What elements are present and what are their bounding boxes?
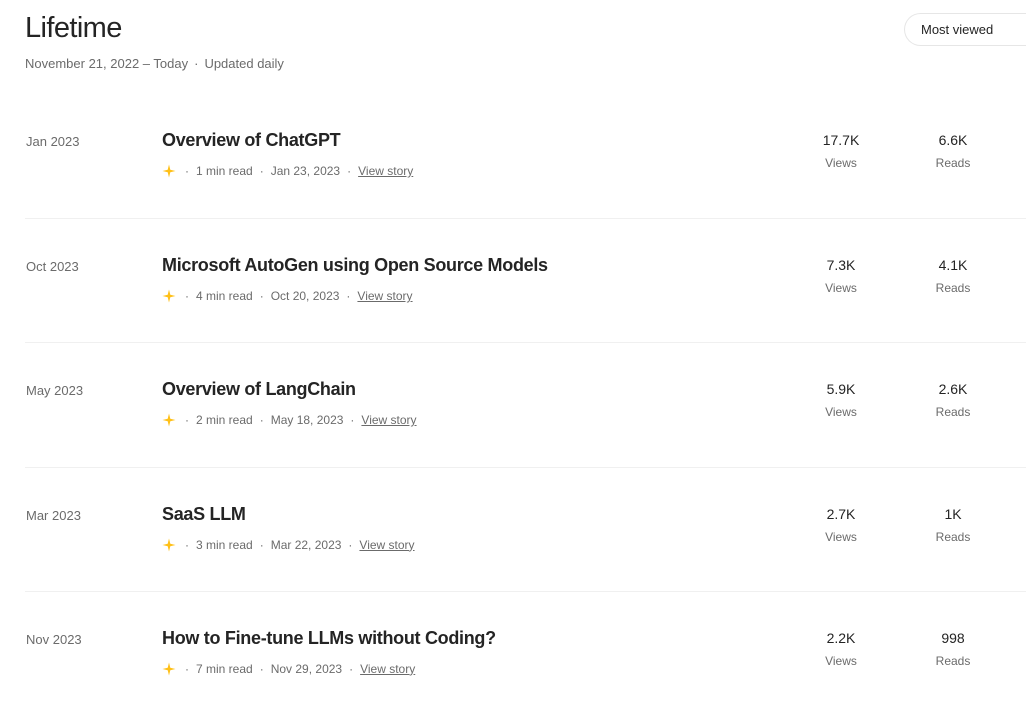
- star-icon: [162, 662, 176, 676]
- story-meta: · 2 min read · May 18, 2023 · View story: [162, 413, 417, 427]
- reads-count: 2.6K: [938, 381, 968, 398]
- date-range: November 21, 2022 – Today: [25, 56, 189, 71]
- story-month: May 2023: [26, 383, 84, 399]
- reads-count: 998: [941, 629, 965, 646]
- story-month: Jan 2023: [26, 134, 80, 149]
- story-title[interactable]: Overview of ChatGPT: [162, 130, 341, 151]
- views-label: Views: [825, 405, 857, 420]
- reads-stat: 998 Reads: [913, 630, 993, 668]
- views-stat: 5.9K Views: [801, 381, 881, 419]
- reads-label: Reads: [935, 529, 971, 544]
- story-title[interactable]: SaaS LLM: [162, 504, 246, 525]
- page-title: Lifetime: [25, 12, 122, 44]
- meta-separator: ·: [185, 537, 189, 552]
- reads-stat: 6.6K Reads: [913, 132, 993, 170]
- meta-separator: ·: [185, 289, 189, 304]
- meta-separator: ·: [259, 537, 264, 552]
- publish-date: Jan 23, 2023: [270, 164, 341, 178]
- story-month: Nov 2023: [26, 631, 82, 647]
- publish-date: Mar 22, 2023: [270, 537, 342, 552]
- reads-stat: 2.6K Reads: [913, 381, 993, 419]
- views-count: 7.3K: [826, 257, 856, 274]
- reads-label: Reads: [935, 156, 971, 170]
- meta-separator: ·: [185, 413, 189, 428]
- story-month: Mar 2023: [26, 507, 81, 523]
- read-time: 7 min read: [196, 661, 253, 676]
- story-title[interactable]: Microsoft AutoGen using Open Source Mode…: [162, 255, 548, 276]
- star-icon: [162, 413, 176, 427]
- sort-selected-label: Most viewed: [921, 22, 994, 37]
- view-story-link[interactable]: View story: [358, 164, 413, 178]
- views-stat: 17.7K Views: [801, 132, 881, 170]
- publish-date: May 18, 2023: [270, 413, 344, 428]
- meta-separator: ·: [259, 164, 264, 178]
- meta-separator: ·: [259, 661, 264, 676]
- reads-stat: 4.1K Reads: [913, 257, 993, 295]
- meta-separator: ·: [346, 289, 351, 304]
- read-time: 3 min read: [196, 537, 253, 552]
- reads-stat: 1K Reads: [913, 506, 993, 544]
- views-stat: 2.2K Views: [801, 630, 881, 668]
- publish-date: Oct 20, 2023: [270, 289, 340, 304]
- views-count: 5.9K: [826, 381, 856, 398]
- story-meta: · 4 min read · Oct 20, 2023 · View story: [162, 289, 413, 303]
- read-time: 1 min read: [196, 164, 253, 178]
- views-stat: 7.3K Views: [801, 257, 881, 295]
- reads-label: Reads: [935, 405, 971, 420]
- story-meta: · 7 min read · Nov 29, 2023 · View story: [162, 662, 415, 676]
- story-title[interactable]: Overview of LangChain: [162, 379, 356, 400]
- views-count: 2.7K: [826, 505, 856, 522]
- meta-separator: ·: [185, 164, 189, 178]
- views-count: 2.2K: [826, 629, 856, 646]
- sort-dropdown[interactable]: Most viewed: [904, 13, 1026, 46]
- meta-separator: ·: [348, 537, 353, 552]
- story-row: May 2023 Overview of LangChain · 2 min r…: [25, 342, 1026, 466]
- publish-date: Nov 29, 2023: [270, 661, 343, 676]
- views-count: 17.7K: [822, 132, 860, 148]
- reads-count: 1K: [944, 505, 962, 522]
- reads-count: 4.1K: [938, 257, 968, 274]
- read-time: 4 min read: [196, 289, 253, 304]
- views-label: Views: [825, 653, 857, 668]
- meta-separator: ·: [259, 289, 264, 304]
- date-range-subtitle: November 21, 2022 – Today · Updated daily: [25, 56, 284, 71]
- reads-count: 6.6K: [938, 132, 968, 148]
- view-story-link[interactable]: View story: [359, 538, 414, 552]
- star-icon: [162, 164, 176, 178]
- meta-separator: ·: [350, 413, 355, 428]
- view-story-link[interactable]: View story: [360, 662, 415, 676]
- reads-label: Reads: [935, 281, 971, 296]
- views-label: Views: [825, 281, 857, 296]
- star-icon: [162, 538, 176, 552]
- story-row: Mar 2023 SaaS LLM · 3 min read · Mar 22,…: [25, 466, 1026, 591]
- view-story-link[interactable]: View story: [361, 413, 416, 427]
- story-meta: · 3 min read · Mar 22, 2023 · View story: [162, 538, 415, 552]
- views-stat: 2.7K Views: [801, 506, 881, 544]
- story-month: Oct 2023: [26, 259, 79, 275]
- story-row: Jan 2023 Overview of ChatGPT · 1 min rea…: [25, 94, 1026, 218]
- star-icon: [162, 289, 176, 303]
- story-row: Oct 2023 Microsoft AutoGen using Open So…: [25, 218, 1026, 342]
- update-note: Updated daily: [204, 56, 284, 71]
- story-row: Nov 2023 How to Fine-tune LLMs without C…: [25, 590, 1026, 715]
- meta-separator: ·: [347, 164, 352, 178]
- reads-label: Reads: [935, 653, 971, 668]
- story-meta: · 1 min read · Jan 23, 2023 · View story: [162, 164, 413, 178]
- meta-separator: ·: [185, 661, 189, 676]
- story-title[interactable]: How to Fine-tune LLMs without Coding?: [162, 628, 496, 649]
- view-story-link[interactable]: View story: [357, 289, 412, 303]
- meta-separator: ·: [259, 413, 264, 428]
- views-label: Views: [825, 529, 857, 544]
- subtitle-separator: ·: [194, 56, 199, 71]
- views-label: Views: [825, 156, 857, 170]
- meta-separator: ·: [349, 661, 354, 676]
- read-time: 2 min read: [196, 413, 253, 428]
- story-list: Jan 2023 Overview of ChatGPT · 1 min rea…: [25, 94, 1026, 715]
